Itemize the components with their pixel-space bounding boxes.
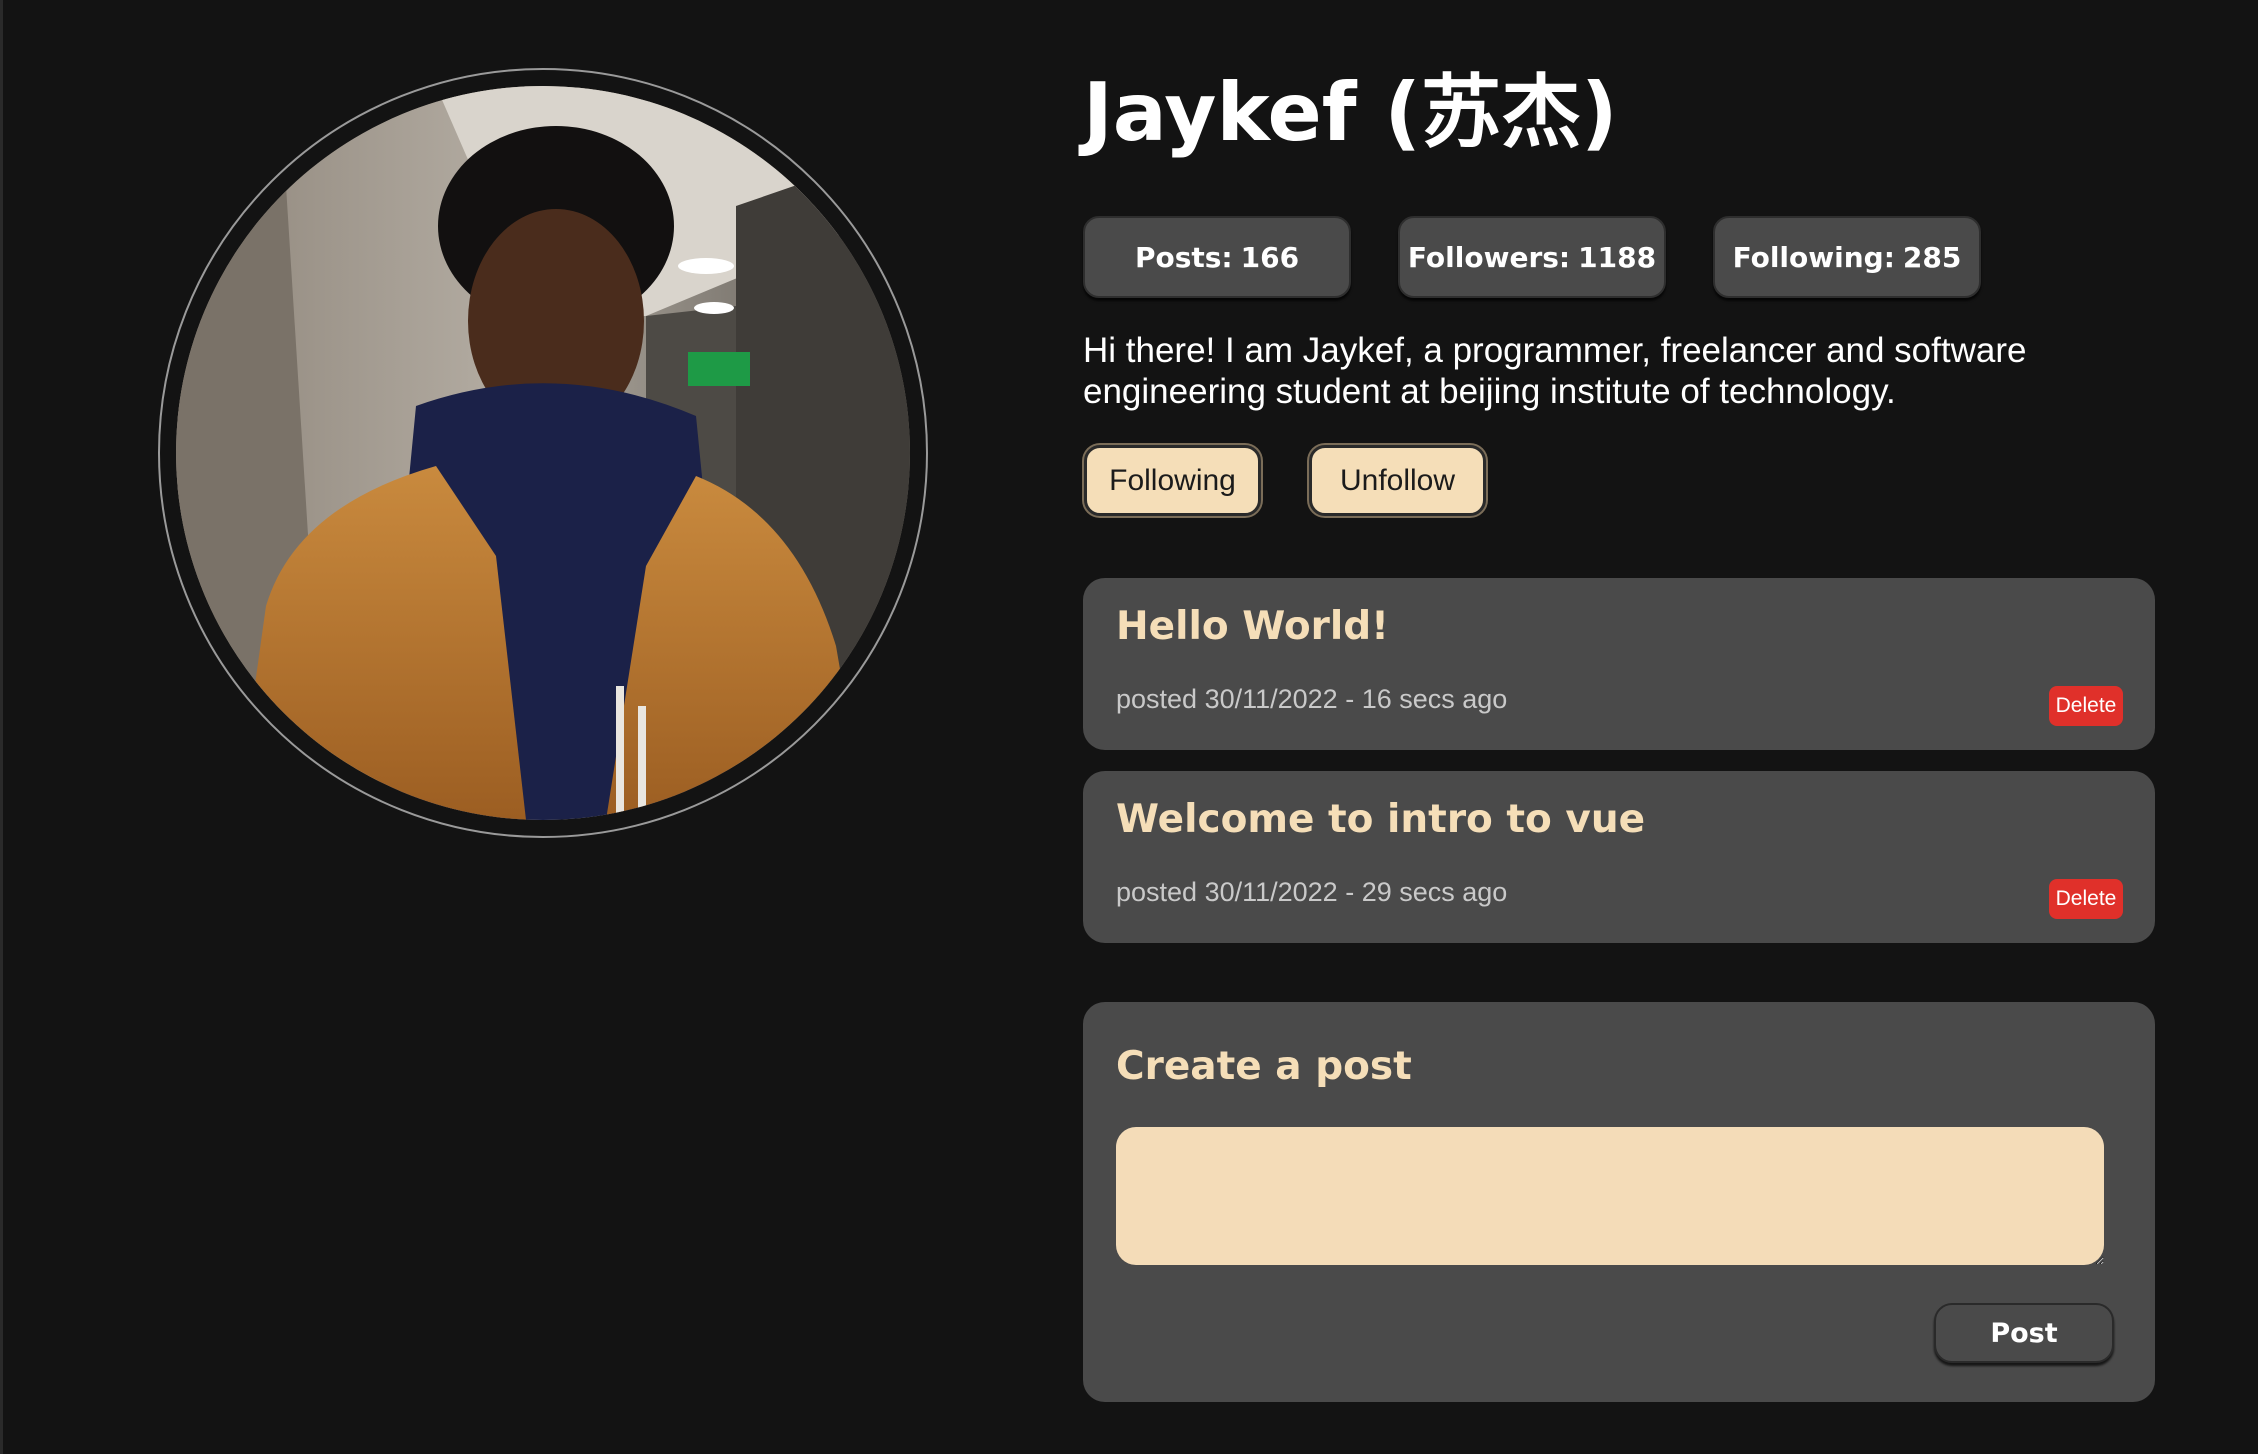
- post-title: Hello World!: [1116, 604, 1389, 649]
- unfollow-button[interactable]: Unfollow: [1309, 445, 1486, 516]
- delete-post-button[interactable]: Delete: [2049, 879, 2123, 919]
- posts-count-value: 166: [1240, 240, 1300, 274]
- following-count-button[interactable]: Following: 285: [1713, 216, 1981, 298]
- profile-page: Jaykef (苏杰) Posts: 166 Followers: 1188 F…: [0, 0, 2258, 1454]
- followers-count-button[interactable]: Followers: 1188: [1398, 216, 1666, 298]
- submit-post-button[interactable]: Post: [1934, 1303, 2114, 1363]
- post-card: Welcome to intro to vue posted 30/11/202…: [1083, 771, 2155, 943]
- post-title: Welcome to intro to vue: [1116, 797, 1646, 842]
- post-meta: posted 30/11/2022 - 16 secs ago: [1116, 684, 1508, 714]
- avatar-ring: [158, 68, 928, 838]
- following-button[interactable]: Following: [1084, 445, 1261, 516]
- profile-photo-icon: [176, 86, 910, 820]
- posts-count-button[interactable]: Posts: 166: [1083, 216, 1351, 298]
- create-post-title: Create a post: [1116, 1044, 1412, 1089]
- avatar: [176, 86, 910, 820]
- posts-count-label: Posts:: [1134, 240, 1233, 274]
- profile-name: Jaykef (苏杰): [1083, 66, 1618, 159]
- following-count-value: 285: [1902, 240, 1962, 274]
- delete-post-button[interactable]: Delete: [2049, 686, 2123, 726]
- post-card: Hello World! posted 30/11/2022 - 16 secs…: [1083, 578, 2155, 750]
- followers-count-value: 1188: [1578, 240, 1657, 274]
- following-count-label: Following:: [1732, 240, 1895, 274]
- profile-bio: Hi there! I am Jaykef, a programmer, fre…: [1083, 331, 2027, 411]
- create-post-card: Create a post Post: [1083, 1002, 2155, 1402]
- post-meta: posted 30/11/2022 - 29 secs ago: [1116, 877, 1508, 907]
- followers-count-label: Followers:: [1407, 240, 1571, 274]
- post-input[interactable]: [1116, 1127, 2104, 1265]
